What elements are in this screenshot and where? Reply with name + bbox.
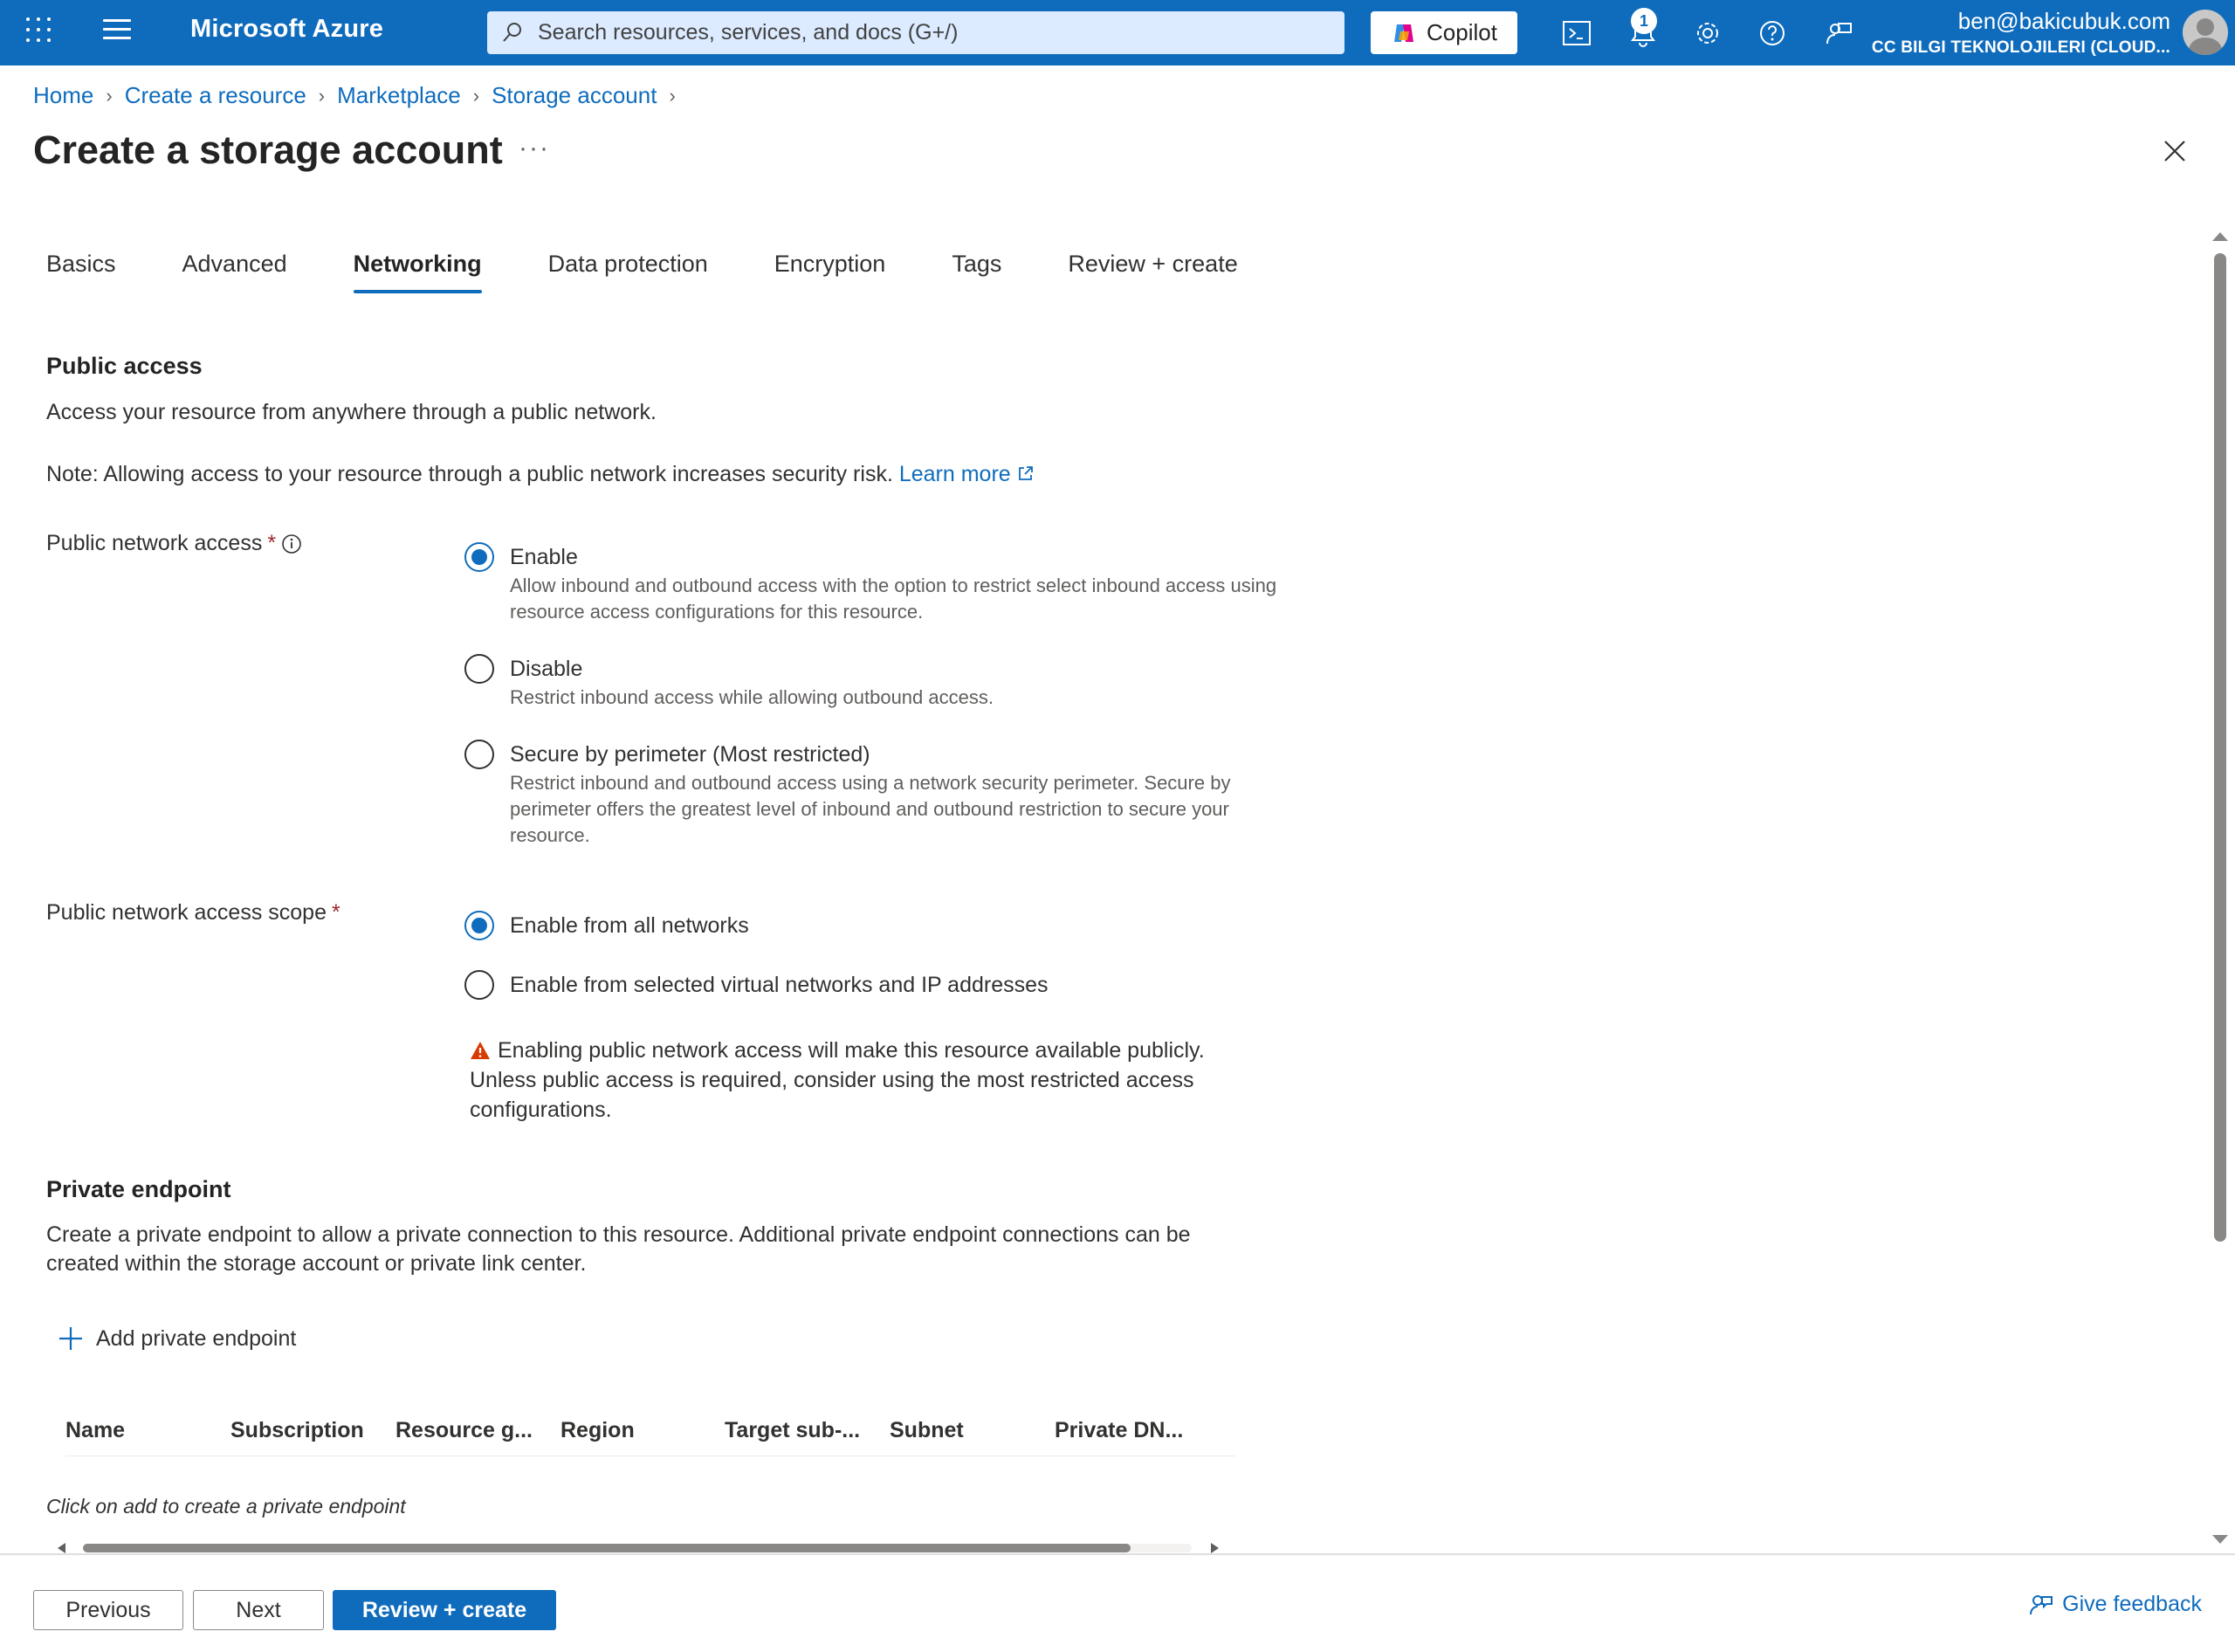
add-icon <box>59 1327 82 1350</box>
app-launcher-icon[interactable] <box>26 17 52 44</box>
page-title: Create a storage account <box>33 127 503 172</box>
wizard-tabs: Basics Advanced Networking Data protecti… <box>33 250 1251 299</box>
review-create-button[interactable]: Review + create <box>333 1590 556 1630</box>
column-header-subscription[interactable]: Subscription <box>230 1418 364 1443</box>
radio-button-disable[interactable] <box>464 654 494 684</box>
vertical-scrollbar[interactable] <box>2211 229 2232 1547</box>
private-endpoint-table-header: Name Subscription Resource g... Region T… <box>65 1413 1235 1456</box>
breadcrumb-home[interactable]: Home <box>33 82 93 109</box>
column-header-target-subresource[interactable]: Target sub-... <box>725 1418 860 1443</box>
feedback-icon[interactable] <box>1821 16 1856 51</box>
public-network-access-scope-label: Public network access scope * <box>46 900 340 925</box>
search-input[interactable] <box>536 11 1322 54</box>
help-icon[interactable] <box>1755 16 1790 51</box>
user-tenant[interactable]: CC BILGI TEKNOLOJILERI (CLOUD... <box>1872 38 2170 58</box>
breadcrumb-storage-account[interactable]: Storage account <box>492 82 657 109</box>
chevron-right-icon: › <box>106 84 113 107</box>
add-private-endpoint-button[interactable]: Add private endpoint <box>58 1325 296 1352</box>
more-options-icon[interactable]: ··· <box>519 134 550 163</box>
column-header-name[interactable]: Name <box>65 1418 125 1443</box>
radio-label-selected-networks: Enable from selected virtual networks an… <box>510 973 1049 997</box>
brand-title[interactable]: Microsoft Azure <box>190 15 383 44</box>
feedback-person-icon <box>2030 1594 2053 1614</box>
radio-desc-disable: Restrict inbound access while allowing o… <box>510 686 994 708</box>
learn-more-link[interactable]: Learn more <box>899 462 1035 486</box>
cloud-shell-icon[interactable] <box>1559 16 1594 51</box>
user-email[interactable]: ben@bakicubuk.com <box>1958 8 2170 35</box>
section-title-public-access: Public access <box>46 353 203 379</box>
scrollbar-thumb[interactable] <box>83 1544 1131 1552</box>
vertical-scrollbar-thumb[interactable] <box>2214 253 2226 1242</box>
radio-desc-enable: Allow inbound and outbound access with t… <box>510 575 1277 623</box>
radio-label-all-networks: Enable from all networks <box>510 913 749 938</box>
column-header-subnet[interactable]: Subnet <box>890 1418 964 1443</box>
tab-review-create[interactable]: Review + create <box>1055 250 1250 299</box>
public-access-note: Note: Allowing access to your resource t… <box>46 460 1035 489</box>
public-network-access-label: Public network access * <box>46 531 302 556</box>
radio-enable[interactable]: Enable Allow inbound and outbound access… <box>464 541 1278 625</box>
radio-secure-by-perimeter[interactable]: Secure by perimeter (Most restricted) Re… <box>464 739 1278 849</box>
radio-label-disable: Disable <box>510 657 583 681</box>
public-access-warning: Enabling public network access will make… <box>470 1036 1255 1125</box>
warning-icon <box>471 1042 490 1059</box>
column-header-region[interactable]: Region <box>560 1418 635 1443</box>
radio-all-networks[interactable]: Enable from all networks <box>464 910 749 941</box>
scroll-down-icon[interactable] <box>2212 1535 2228 1544</box>
radio-button-all-networks[interactable] <box>464 911 494 940</box>
wizard-footer: Previous Next Review + create Give feedb… <box>0 1553 2235 1652</box>
top-bar: Microsoft Azure Copilot 1 ben@bakicubuk.… <box>0 0 2235 65</box>
next-button[interactable]: Next <box>193 1590 324 1630</box>
chevron-right-icon: › <box>472 84 480 107</box>
section-title-private-endpoint: Private endpoint <box>46 1176 231 1202</box>
chevron-right-icon: › <box>669 84 676 107</box>
column-header-resource-group[interactable]: Resource g... <box>395 1418 533 1443</box>
give-feedback-link[interactable]: Give feedback <box>2029 1592 2202 1617</box>
tab-encryption[interactable]: Encryption <box>761 250 899 299</box>
info-icon[interactable] <box>281 533 302 554</box>
give-feedback-label: Give feedback <box>2062 1592 2202 1616</box>
settings-icon[interactable] <box>1690 16 1725 51</box>
required-mark: * <box>331 900 340 925</box>
tab-tags[interactable]: Tags <box>939 250 1014 299</box>
search-icon <box>503 23 521 42</box>
required-mark: * <box>267 531 277 555</box>
tab-data-protection[interactable]: Data protection <box>535 250 721 299</box>
copilot-button[interactable]: Copilot <box>1371 11 1517 54</box>
menu-icon[interactable] <box>103 19 131 44</box>
radio-button-selected-networks[interactable] <box>464 970 494 1000</box>
scroll-up-icon[interactable] <box>2212 232 2228 241</box>
close-icon[interactable] <box>2160 136 2190 166</box>
note-text: Note: Allowing access to your resource t… <box>46 462 893 486</box>
radio-button-enable[interactable] <box>464 542 494 572</box>
radio-label-secure-by-perimeter: Secure by perimeter (Most restricted) <box>510 742 870 767</box>
radio-desc-secure-by-perimeter: Restrict inbound and outbound access usi… <box>510 772 1231 846</box>
tab-advanced[interactable]: Advanced <box>169 250 300 299</box>
warning-text: Enabling public network access will make… <box>470 1038 1205 1122</box>
breadcrumb-marketplace[interactable]: Marketplace <box>337 82 461 109</box>
breadcrumb: Home › Create a resource › Marketplace ›… <box>33 82 688 109</box>
radio-button-secure-by-perimeter[interactable] <box>464 740 494 769</box>
private-endpoint-description: Create a private endpoint to allow a pri… <box>46 1222 1191 1276</box>
global-search[interactable] <box>487 11 1344 54</box>
tab-basics[interactable]: Basics <box>33 250 129 299</box>
notification-badge: 1 <box>1631 8 1657 34</box>
public-access-description: Access your resource from anywhere throu… <box>46 400 657 424</box>
radio-selected-networks[interactable]: Enable from selected virtual networks an… <box>464 969 1049 1001</box>
radio-label-enable: Enable <box>510 545 578 569</box>
radio-disable[interactable]: Disable Restrict inbound access while al… <box>464 653 1278 711</box>
add-private-endpoint-label: Add private endpoint <box>96 1325 297 1351</box>
tab-networking[interactable]: Networking <box>340 250 495 299</box>
chevron-right-icon: › <box>318 84 326 107</box>
copilot-label: Copilot <box>1427 19 1497 45</box>
external-link-icon <box>1018 466 1033 480</box>
copilot-icon <box>1394 24 1413 42</box>
column-header-private-dns[interactable]: Private DN... <box>1055 1418 1183 1443</box>
empty-table-message: Click on add to create a private endpoin… <box>46 1495 406 1518</box>
avatar[interactable] <box>2183 10 2228 55</box>
previous-button[interactable]: Previous <box>33 1590 183 1630</box>
breadcrumb-create-resource[interactable]: Create a resource <box>125 82 306 109</box>
